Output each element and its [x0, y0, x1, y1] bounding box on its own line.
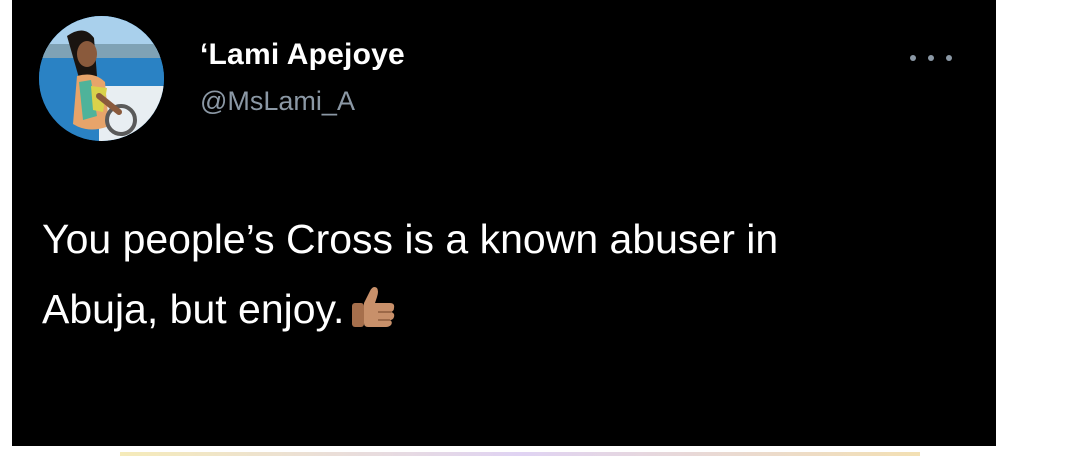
tweet-text-line-2-wrapper: Abuja, but enjoy. [42, 274, 982, 344]
decorative-strip [120, 452, 920, 456]
tweet-text-line-1: You people’s Cross is a known abuser in [42, 216, 779, 262]
tweet-text: You people’s Cross is a known abuser in … [42, 204, 982, 344]
more-dot [910, 55, 916, 61]
thumbs-up-icon [352, 287, 395, 327]
tweet-text-line-2: Abuja, but enjoy. [42, 286, 345, 332]
more-options-icon[interactable] [910, 46, 952, 70]
author-avatar[interactable] [39, 16, 164, 141]
avatar-image [39, 16, 164, 141]
author-display-name[interactable]: ‘Lami Apejoye [200, 38, 405, 72]
screenshot: ‘Lami Apejoye @MsLami_A You people’s Cro… [0, 0, 1080, 458]
author-handle[interactable]: @MsLami_A [200, 86, 355, 117]
more-dot [928, 55, 934, 61]
tweet-card: ‘Lami Apejoye @MsLami_A You people’s Cro… [12, 0, 996, 446]
more-dot [946, 55, 952, 61]
